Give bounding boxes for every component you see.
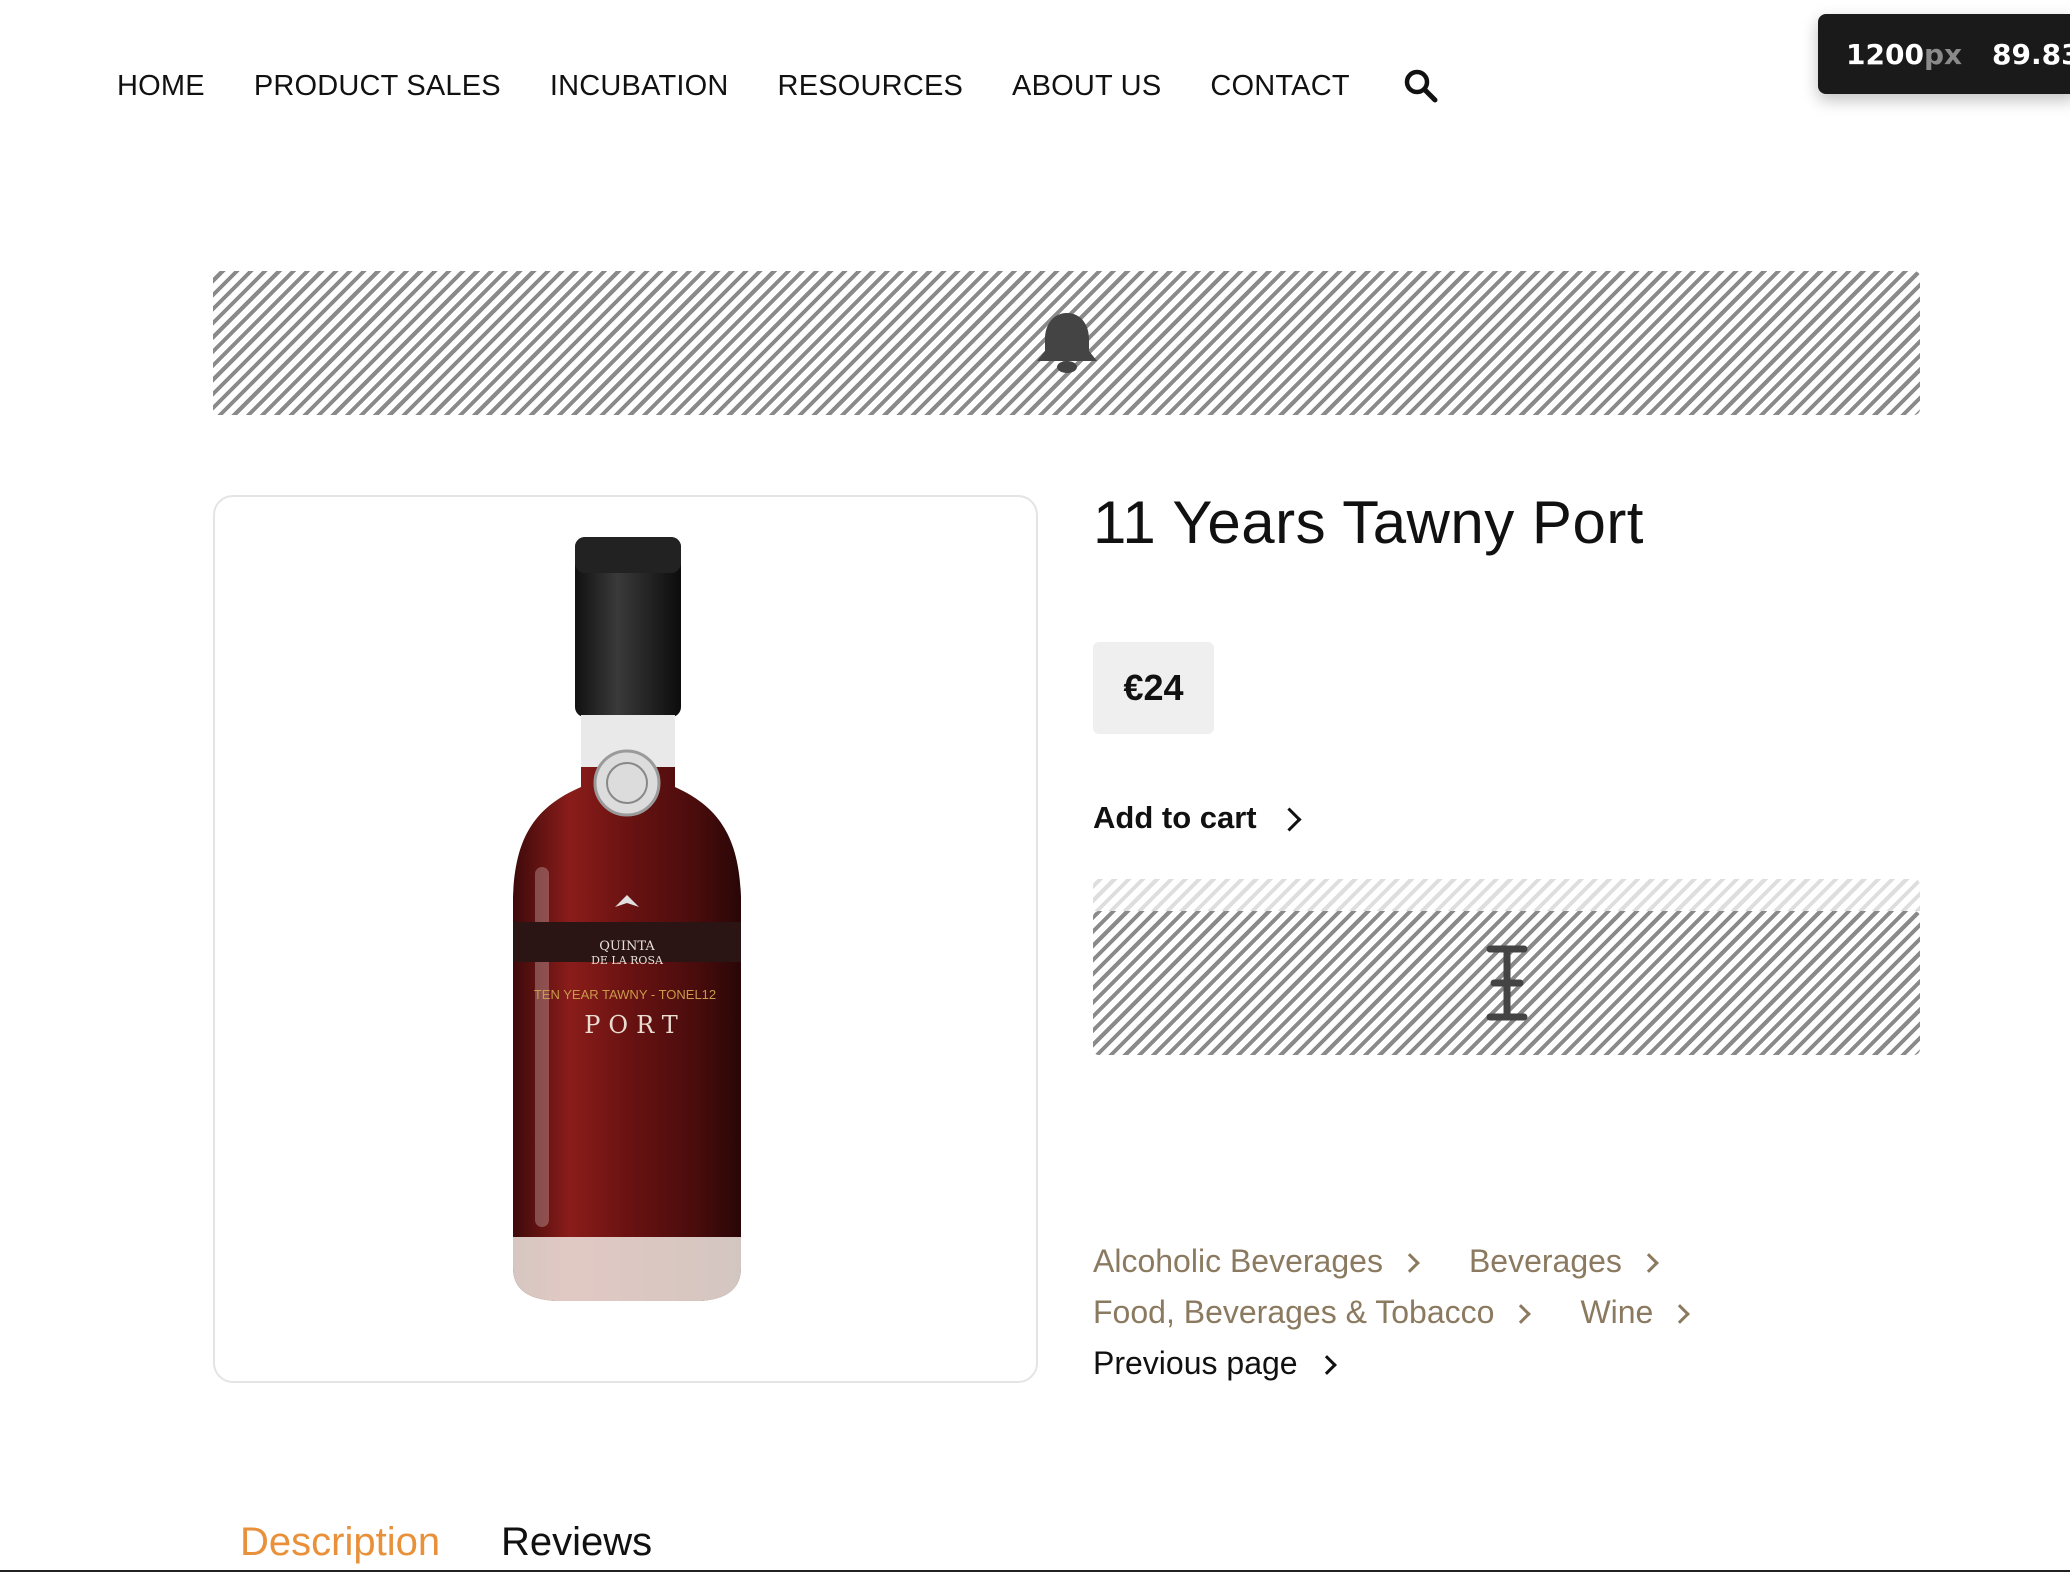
- bottle-label-variant: TEN YEAR TAWNY - TONEL12: [534, 987, 716, 1002]
- bottle-label-brand-line1: QUINTA: [599, 939, 655, 954]
- previous-page-label: Previous page: [1093, 1345, 1298, 1381]
- previous-page-link[interactable]: Previous page: [1093, 1345, 1337, 1382]
- chevron-right-icon: [1670, 1303, 1691, 1324]
- category-label: Beverages: [1468, 1243, 1622, 1279]
- add-to-cart-button[interactable]: Add to cart: [1093, 800, 1302, 836]
- chevron-right-icon: [1511, 1303, 1532, 1324]
- ad-placeholder-top: [213, 271, 1920, 415]
- add-to-cart-label: Add to cart: [1093, 800, 1257, 835]
- nav-item-home[interactable]: HOME: [117, 62, 205, 110]
- nav-item-product-sales[interactable]: PRODUCT SALES: [254, 62, 501, 110]
- nav-item-incubation[interactable]: INCUBATION: [550, 62, 729, 110]
- product-image-card[interactable]: QUINTA DE LA ROSA TEN YEAR TAWNY - TONEL…: [213, 495, 1038, 1383]
- nav-item-contact[interactable]: CONTACT: [1210, 62, 1349, 110]
- price-badge: €24: [1093, 642, 1214, 734]
- text-cursor-icon: [1486, 945, 1527, 1021]
- main-nav: HOME PRODUCT SALES INCUBATION RESOURCES …: [117, 62, 1439, 110]
- product-tabs: Description Reviews: [0, 1520, 2070, 1572]
- nav-item-about-us[interactable]: ABOUT US: [1012, 62, 1161, 110]
- category-label: Wine: [1580, 1294, 1654, 1330]
- search-icon[interactable]: [1403, 68, 1439, 104]
- product-categories: Alcoholic Beverages Beverages Food, Beve…: [1093, 1236, 1920, 1389]
- ad-placeholder-strip: [1093, 879, 1920, 911]
- category-row: Food, Beverages & Tobacco Wine: [1093, 1287, 1920, 1338]
- chevron-right-icon: [1277, 806, 1302, 832]
- previous-page-row: Previous page: [1093, 1338, 1920, 1389]
- chevron-right-icon: [1316, 1354, 1337, 1375]
- category-link-wine[interactable]: Wine: [1580, 1294, 1691, 1331]
- nav-item-resources[interactable]: RESOURCES: [778, 62, 964, 110]
- product-bottle-image: QUINTA DE LA ROSA TEN YEAR TAWNY - TONEL…: [513, 537, 741, 1301]
- chevron-right-icon: [1400, 1252, 1420, 1273]
- tab-description[interactable]: Description: [240, 1520, 440, 1565]
- bottle-label-type: PORT: [584, 1011, 685, 1039]
- category-label: Alcoholic Beverages: [1093, 1243, 1383, 1279]
- ruler-zoom-value: 89.83%: [1992, 37, 2070, 71]
- category-link-alcoholic-beverages[interactable]: Alcoholic Beverages: [1093, 1243, 1420, 1280]
- chevron-right-icon: [1639, 1252, 1659, 1273]
- product-price: €24: [1123, 667, 1184, 708]
- bell-icon: [1036, 313, 1097, 373]
- ruler-size-badge: 1200 px 89.83%: [1818, 14, 2070, 94]
- ruler-width-value: 1200: [1846, 37, 1924, 71]
- product-title: 11 Years Tawny Port: [1093, 489, 1644, 556]
- ruler-width-unit: px: [1923, 37, 1963, 71]
- tab-reviews[interactable]: Reviews: [501, 1520, 652, 1565]
- ad-placeholder-middle: [1093, 911, 1920, 1055]
- category-link-beverages[interactable]: Beverages: [1468, 1243, 1659, 1280]
- category-link-food-beverages-tobacco[interactable]: Food, Beverages & Tobacco: [1093, 1294, 1532, 1331]
- category-row: Alcoholic Beverages Beverages: [1093, 1236, 1920, 1287]
- bottle-label-brand-line2: DE LA ROSA: [591, 954, 664, 967]
- category-label: Food, Beverages & Tobacco: [1093, 1294, 1495, 1330]
